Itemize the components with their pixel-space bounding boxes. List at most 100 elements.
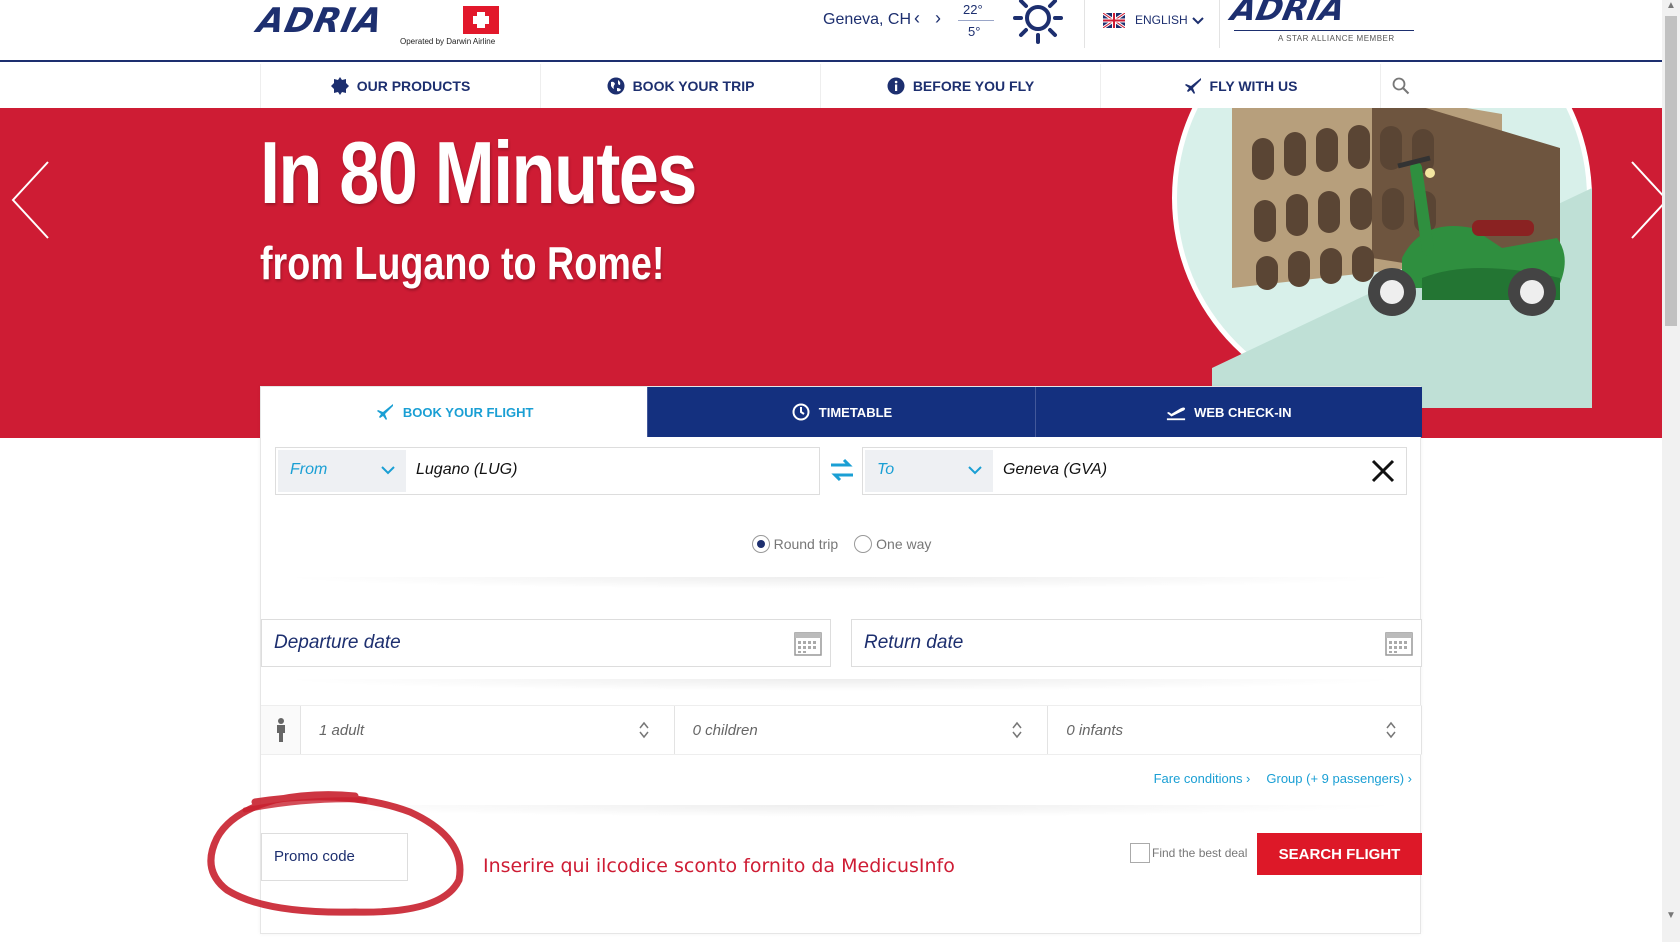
top-header: ADRIA Operated by Darwin Airline Geneva,…: [0, 0, 1662, 62]
divider: [275, 679, 1407, 691]
adria-logo[interactable]: ADRIA Operated by Darwin Airline: [254, 1, 503, 46]
alliance-divider: [1234, 30, 1414, 31]
adults-stepper[interactable]: 1 adult: [301, 706, 675, 754]
group-booking-link[interactable]: Group (+ 9 passengers) ›: [1266, 771, 1412, 786]
adults-value: 1 adult: [319, 722, 365, 739]
carousel-prev-arrow-icon[interactable]: [10, 160, 52, 240]
one-way-option[interactable]: One way: [854, 531, 931, 557]
infants-stepper[interactable]: 0 infants: [1048, 706, 1423, 754]
from-select-label: From: [290, 461, 328, 478]
nav-label: BOOK YOUR TRIP: [632, 78, 755, 94]
promo-annotation-note: Inserire qui ilcodice sconto fornito da …: [483, 855, 955, 877]
calendar-icon[interactable]: [794, 630, 822, 656]
logo-subtitle: Operated by Darwin Airline: [400, 37, 496, 46]
scroll-down-arrow-icon[interactable]: ▼: [1666, 910, 1676, 921]
round-trip-option[interactable]: Round trip: [751, 531, 839, 557]
from-value: Lugano (LUG): [416, 461, 518, 478]
uk-flag-icon: [1103, 13, 1125, 28]
main-nav: OUR PRODUCTS BOOK YOUR TRIP BEFORE YOU F…: [260, 64, 1420, 108]
scrollbar-thumb[interactable]: [1665, 16, 1677, 326]
tab-label: TIMETABLE: [818, 404, 893, 420]
one-way-label: One way: [876, 536, 932, 552]
hero-title: In 80 Minutes: [260, 123, 697, 222]
tab-label: BOOK YOUR FLIGHT: [402, 404, 534, 420]
from-select[interactable]: From: [278, 450, 406, 492]
best-deal-label: Find the best deal: [1152, 846, 1248, 860]
swap-icon[interactable]: [829, 455, 855, 485]
departure-date-placeholder: Departure date: [274, 632, 401, 653]
language-selector[interactable]: ENGLISH: [1084, 0, 1220, 48]
clock-icon: [792, 403, 810, 421]
to-value: Geneva (GVA): [1003, 461, 1108, 478]
carousel-next-arrow-icon[interactable]: [1628, 160, 1662, 240]
children-stepper[interactable]: 0 children: [674, 706, 1049, 754]
sun-icon: [1013, 0, 1063, 44]
best-deal-checkbox[interactable]: [1130, 843, 1150, 863]
booking-links: Fare conditions › Group (+ 9 passengers)…: [1154, 771, 1412, 786]
nav-our-products[interactable]: OUR PRODUCTS: [261, 64, 541, 108]
globe-icon: [607, 77, 625, 95]
person-icon: [261, 706, 301, 754]
nav-search-button[interactable]: [1381, 64, 1421, 108]
fare-conditions-link[interactable]: Fare conditions ›: [1154, 771, 1251, 786]
nav-label: FLY WITH US: [1209, 78, 1298, 94]
nav-before-you-fly[interactable]: BEFORE YOU FLY: [821, 64, 1101, 108]
divider: [275, 577, 1407, 589]
search-flight-button[interactable]: SEARCH FLIGHT: [1257, 833, 1422, 875]
vertical-scrollbar[interactable]: ▲ ▼: [1662, 0, 1680, 942]
plane-icon: [376, 404, 393, 420]
tab-web-check-in[interactable]: WEB CHECK-IN: [1034, 387, 1422, 437]
hero-subtitle: from Lugano to Rome!: [260, 237, 665, 289]
divider: [275, 805, 1407, 817]
takeoff-icon: [1166, 407, 1186, 421]
weather-city: Geneva, CH: [823, 11, 912, 28]
badge-icon: [330, 77, 349, 95]
children-value: 0 children: [692, 722, 758, 739]
chevron-down-icon: [1192, 17, 1204, 25]
nav-book-your-trip[interactable]: BOOK YOUR TRIP: [541, 64, 821, 108]
booking-tabs: BOOK YOUR FLIGHT TIMETABLE WEB CHECK-IN: [261, 387, 1422, 437]
passenger-selector: 1 adult 0 children 0 infants: [261, 705, 1423, 755]
tab-book-your-flight[interactable]: BOOK YOUR FLIGHT: [261, 387, 648, 437]
tab-timetable[interactable]: TIMETABLE: [647, 387, 1035, 437]
language-label: ENGLISH: [1135, 13, 1188, 27]
return-date-field[interactable]: Return date: [851, 619, 1422, 667]
weather-next-button[interactable]: ›: [935, 8, 941, 29]
one-way-radio[interactable]: [854, 535, 873, 553]
spinner-icon[interactable]: [1385, 720, 1397, 740]
temp-high: 22°: [963, 2, 983, 17]
scroll-up-arrow-icon[interactable]: ▲: [1666, 0, 1676, 11]
promo-code-input[interactable]: Promo code: [261, 833, 408, 881]
swiss-flag-icon: [463, 6, 499, 34]
search-icon: [1392, 77, 1410, 95]
spinner-icon[interactable]: [1011, 720, 1023, 740]
close-icon[interactable]: [1369, 457, 1397, 485]
plane-icon: [1184, 78, 1201, 94]
temp-low: 5°: [968, 24, 981, 39]
weather-prev-button[interactable]: ‹: [914, 8, 920, 29]
booking-widget: BOOK YOUR FLIGHT TIMETABLE WEB CHECK-IN …: [260, 386, 1423, 934]
logo-wordmark: ADRIA: [253, 1, 387, 41]
return-date-placeholder: Return date: [864, 632, 964, 653]
to-select[interactable]: To: [865, 450, 993, 492]
temp-divider: [958, 20, 994, 21]
star-alliance-logo: ADRIA A STAR ALLIANCE MEMBER: [1227, 0, 1418, 48]
nav-label: BEFORE YOU FLY: [912, 78, 1035, 94]
infants-value: 0 infants: [1066, 722, 1124, 739]
calendar-icon[interactable]: [1385, 630, 1413, 656]
departure-date-field[interactable]: Departure date: [261, 619, 831, 667]
from-field[interactable]: From Lugano (LUG): [275, 447, 820, 495]
round-trip-radio[interactable]: [751, 535, 770, 553]
tab-label: WEB CHECK-IN: [1194, 404, 1292, 420]
best-deal-option[interactable]: Find the best deal: [1130, 843, 1247, 863]
trip-type-group: Round trip One way: [261, 531, 1422, 557]
nav-label: OUR PRODUCTS: [356, 78, 471, 94]
spinner-icon[interactable]: [638, 720, 650, 740]
alliance-wordmark: ADRIA: [1227, 0, 1349, 28]
nav-fly-with-us[interactable]: FLY WITH US: [1101, 64, 1381, 108]
round-trip-label: Round trip: [773, 536, 839, 552]
chevron-down-icon: [381, 466, 395, 475]
alliance-subtitle: A STAR ALLIANCE MEMBER: [1278, 34, 1395, 43]
info-icon: [887, 77, 905, 95]
to-field[interactable]: To Geneva (GVA): [862, 447, 1407, 495]
